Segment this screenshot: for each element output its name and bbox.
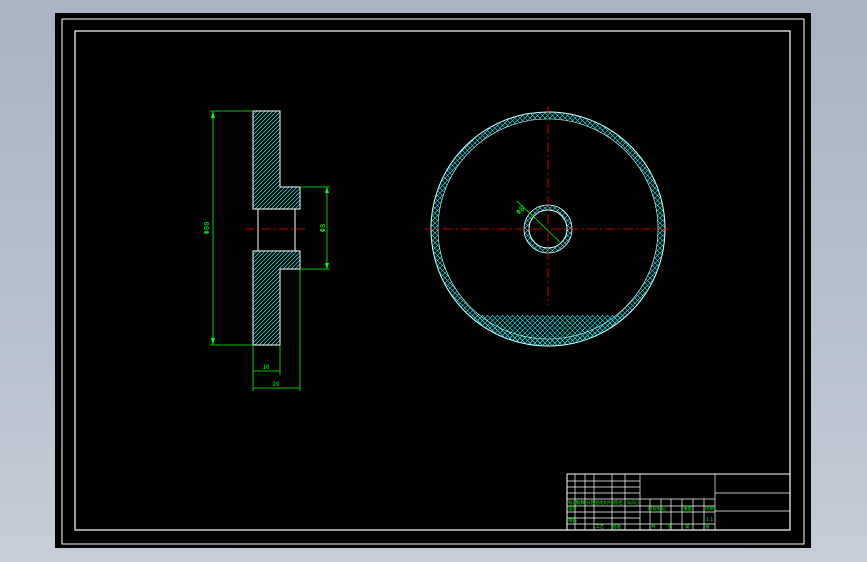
- tb-review-label: 审核: [568, 517, 577, 524]
- dim-total-width: 20: [272, 381, 280, 388]
- section-view[interactable]: Φ80 Φ8 10 20: [203, 110, 330, 391]
- title-block[interactable]: 标记 处数 分区 更改文件号 签名 年月日 设计 审核 工艺 批准 阶段标记 重…: [566, 473, 791, 531]
- tb-sign-label: 签名: [614, 499, 623, 506]
- tb-stage-label: 阶段标记: [648, 505, 666, 512]
- front-view[interactable]: Φ8: [425, 106, 671, 355]
- cad-drawing-viewport[interactable]: Φ80 Φ8 10 20 Φ8 标记 处数 分区 更改文件号 签名 年月日 设计…: [55, 13, 811, 548]
- tb-weight-label: 重量: [683, 505, 692, 512]
- outer-border: [61, 18, 805, 545]
- inner-border: [74, 30, 791, 531]
- dim-outer-diameter-lines: [210, 110, 253, 346]
- tb-process-label: 工艺: [595, 524, 604, 530]
- tb-sheet-total-label: 共: [651, 523, 656, 530]
- tb-designer-label: 设计: [568, 505, 577, 512]
- bore-outline: [253, 208, 300, 252]
- tb-ratio-label: 比例: [705, 505, 714, 512]
- tb-sheet-no-label: 第: [685, 523, 690, 530]
- drawing-canvas: Φ80 Φ8 10 20 Φ8 标记 处数 分区 更改文件号 签名 年月日 设计…: [61, 18, 805, 545]
- tb-date-label: 年月日: [627, 499, 639, 505]
- disc-bottom-hatch: [431, 315, 665, 346]
- tb-scale-value: 1:1: [706, 517, 713, 523]
- tb-sheet-unit-label: 张: [668, 523, 673, 530]
- dim-outer-diameter: Φ80: [203, 222, 211, 235]
- dim-hub-diameter: Φ8: [319, 224, 327, 232]
- section-hatch-lower: [252, 250, 301, 346]
- tb-change-label: 更改文件号: [595, 499, 615, 505]
- tb-sheet-unit2-label: 张: [705, 523, 710, 530]
- tb-count-label: 处数: [576, 499, 585, 506]
- dim-bore-diameter: Φ8: [515, 205, 527, 217]
- tb-approve-label: 批准: [612, 523, 621, 530]
- section-hatch-upper: [252, 110, 301, 210]
- dim-rim-width: 10: [262, 364, 270, 371]
